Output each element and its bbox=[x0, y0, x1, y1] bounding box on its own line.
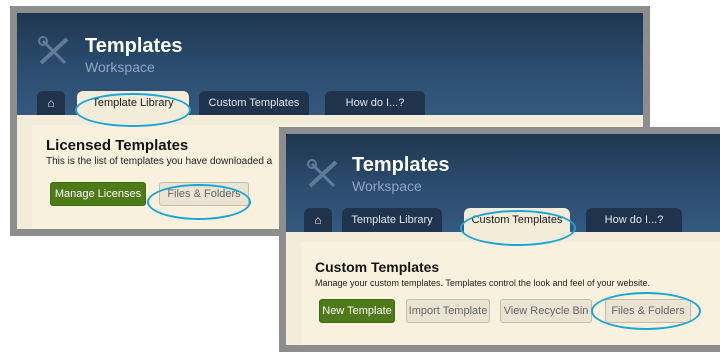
tab-home[interactable]: ⌂ bbox=[304, 208, 332, 232]
highlight-ring bbox=[75, 93, 191, 127]
section-title: Custom Templates bbox=[315, 259, 440, 275]
highlight-ring bbox=[147, 184, 251, 220]
import-template-button[interactable]: Import Template bbox=[406, 299, 490, 323]
templates-logo-icon bbox=[35, 33, 75, 74]
manage-licenses-button[interactable]: Manage Licenses bbox=[50, 182, 146, 206]
section-description: Manage your custom templates. Templates … bbox=[315, 278, 651, 288]
highlight-ring bbox=[460, 210, 576, 246]
page-subtitle: Workspace bbox=[85, 59, 155, 75]
tab-home[interactable]: ⌂ bbox=[37, 91, 65, 115]
section-description: This is the list of templates you have d… bbox=[46, 156, 273, 167]
highlight-ring bbox=[591, 292, 701, 330]
tab-custom-templates[interactable]: Custom Templates bbox=[199, 91, 309, 115]
page-title: Templates bbox=[352, 154, 450, 176]
new-template-button[interactable]: New Template bbox=[319, 299, 395, 323]
tab-template-library[interactable]: Template Library bbox=[342, 208, 442, 232]
section-title: Licensed Templates bbox=[46, 137, 189, 154]
tab-how-do-i[interactable]: How do I...? bbox=[325, 91, 425, 115]
tab-how-do-i[interactable]: How do I...? bbox=[586, 208, 682, 232]
page-title: Templates bbox=[85, 35, 183, 57]
screenshot-custom-templates: Templates Workspace ⌂ Template Library C… bbox=[279, 127, 720, 352]
view-recycle-bin-button[interactable]: View Recycle Bin bbox=[500, 299, 592, 323]
templates-logo-icon bbox=[304, 156, 344, 197]
home-icon: ⌂ bbox=[314, 213, 322, 227]
page-subtitle: Workspace bbox=[352, 178, 422, 194]
home-icon: ⌂ bbox=[47, 96, 55, 110]
